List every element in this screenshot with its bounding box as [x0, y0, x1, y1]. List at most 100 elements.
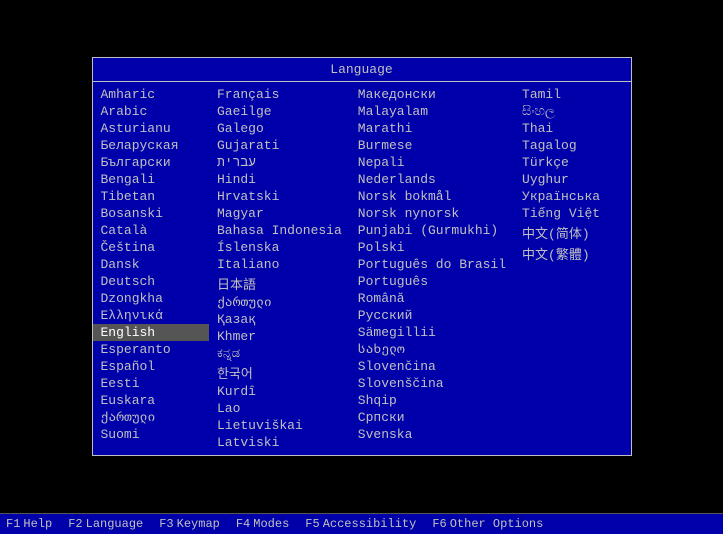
language-dialog: Language AmharicArabicAsturianuБеларуска…: [92, 57, 632, 456]
lang-item[interactable]: 中文(繁體): [514, 243, 630, 264]
lang-col-1: FrançaisGaeilgeGalegoGujaratiעבריתHindiH…: [209, 86, 350, 451]
lang-item[interactable]: Português: [350, 273, 514, 290]
lang-item[interactable]: 中文(简体): [514, 222, 630, 243]
lang-item[interactable]: Беларуская: [93, 137, 209, 154]
lang-item[interactable]: Македонски: [350, 86, 514, 103]
lang-item[interactable]: Slovenčina: [350, 358, 514, 375]
lang-item[interactable]: Hindi: [209, 171, 350, 188]
lang-item[interactable]: Қазақ: [209, 311, 350, 328]
lang-item[interactable]: Italiano: [209, 256, 350, 273]
lang-item[interactable]: Uyghur: [514, 171, 630, 188]
footer-item-f4[interactable]: F4Modes: [236, 517, 289, 531]
footer-item-f2[interactable]: F2 Language: [68, 517, 143, 531]
lang-item[interactable]: ქართული: [93, 409, 209, 426]
lang-item[interactable]: Arabic: [93, 103, 209, 120]
lang-item[interactable]: Gujarati: [209, 137, 350, 154]
lang-item[interactable]: Tamil: [514, 86, 630, 103]
lang-item[interactable]: Kurdî: [209, 383, 350, 400]
footer-key: F5: [305, 517, 319, 531]
lang-item[interactable]: Sämegillii: [350, 324, 514, 341]
lang-item[interactable]: Norsk bokmål: [350, 188, 514, 205]
lang-item[interactable]: Thai: [514, 120, 630, 137]
lang-item[interactable]: Eesti: [93, 375, 209, 392]
lang-item[interactable]: Tibetan: [93, 188, 209, 205]
lang-item[interactable]: სახელო: [350, 341, 514, 358]
lang-item[interactable]: Bahasa Indonesia: [209, 222, 350, 239]
footer-key: F6: [432, 517, 446, 531]
lang-item[interactable]: Русский: [350, 307, 514, 324]
footer-label: Other Options: [450, 517, 544, 531]
lang-item[interactable]: Khmer: [209, 328, 350, 345]
lang-item[interactable]: Українська: [514, 188, 630, 205]
lang-item[interactable]: Nepali: [350, 154, 514, 171]
lang-item[interactable]: Norsk nynorsk: [350, 205, 514, 222]
lang-item[interactable]: Français: [209, 86, 350, 103]
footer-label: Accessibility: [323, 517, 417, 531]
lang-item[interactable]: Tagalog: [514, 137, 630, 154]
lang-item[interactable]: עברית: [209, 154, 350, 171]
footer-key: F2: [68, 517, 82, 531]
lang-item[interactable]: Slovenščina: [350, 375, 514, 392]
lang-item[interactable]: Español: [93, 358, 209, 375]
lang-item[interactable]: Português do Brasil: [350, 256, 514, 273]
lang-item[interactable]: Čeština: [93, 239, 209, 256]
lang-item[interactable]: 日本語: [209, 273, 350, 294]
language-list: AmharicArabicAsturianuБеларускаяБългарск…: [93, 82, 631, 455]
lang-item[interactable]: Gaeilge: [209, 103, 350, 120]
lang-item[interactable]: Svenska: [350, 426, 514, 443]
lang-item[interactable]: Lietuviškai: [209, 417, 350, 434]
lang-item[interactable]: Ελληνικά: [93, 307, 209, 324]
lang-item[interactable]: Punjabi (Gurmukhi): [350, 222, 514, 239]
lang-item[interactable]: Euskara: [93, 392, 209, 409]
lang-item[interactable]: 한국어: [209, 362, 350, 383]
lang-item[interactable]: Latviski: [209, 434, 350, 451]
lang-item[interactable]: Galego: [209, 120, 350, 137]
lang-item[interactable]: Dansk: [93, 256, 209, 273]
lang-item[interactable]: Amharic: [93, 86, 209, 103]
lang-item[interactable]: Esperanto: [93, 341, 209, 358]
footer-key: F1: [6, 517, 20, 531]
lang-col-0: AmharicArabicAsturianuБеларускаяБългарск…: [93, 86, 209, 451]
lang-item[interactable]: Suomi: [93, 426, 209, 443]
lang-col-2: МакедонскиMalayalamMarathiBurmeseNepaliN…: [350, 86, 514, 451]
lang-item[interactable]: Nederlands: [350, 171, 514, 188]
lang-item[interactable]: Bengali: [93, 171, 209, 188]
lang-item[interactable]: Română: [350, 290, 514, 307]
footer-item-f6[interactable]: F6 Other Options: [432, 517, 543, 531]
lang-item[interactable]: Shqip: [350, 392, 514, 409]
footer-item-f3[interactable]: F3 Keymap: [159, 517, 220, 531]
footer-item-f1[interactable]: F1Help: [6, 517, 52, 531]
lang-item[interactable]: Tiếng Việt: [514, 205, 630, 222]
lang-item[interactable]: Deutsch: [93, 273, 209, 290]
lang-item[interactable]: ಕನ್ನಡ: [209, 345, 350, 362]
footer-label: Help: [23, 517, 52, 531]
footer-label: Keymap: [177, 517, 220, 531]
lang-item[interactable]: Malayalam: [350, 103, 514, 120]
lang-item[interactable]: Polski: [350, 239, 514, 256]
main-area: Language AmharicArabicAsturianuБеларуска…: [0, 0, 723, 513]
lang-item[interactable]: Српски: [350, 409, 514, 426]
lang-item[interactable]: ქართული: [209, 294, 350, 311]
footer-bar: F1Help F2 Language F3 Keymap F4Modes F5 Accessi…: [0, 513, 723, 534]
lang-col-3: TamilසිංහලThaiTagalogTürkçeUyghurУкраїнс…: [514, 86, 630, 451]
lang-item[interactable]: Hrvatski: [209, 188, 350, 205]
lang-item[interactable]: Magyar: [209, 205, 350, 222]
lang-item[interactable]: Bosanski: [93, 205, 209, 222]
lang-item[interactable]: Türkçe: [514, 154, 630, 171]
lang-item[interactable]: [514, 284, 630, 286]
footer-item-f5[interactable]: F5 Accessibility: [305, 517, 416, 531]
lang-item[interactable]: සිංහල: [514, 103, 630, 120]
footer-label: Modes: [253, 517, 289, 531]
footer-label: Language: [86, 517, 144, 531]
lang-item[interactable]: Български: [93, 154, 209, 171]
lang-item[interactable]: English: [93, 324, 209, 341]
dialog-title: Language: [93, 58, 631, 82]
footer-key: F3: [159, 517, 173, 531]
lang-item[interactable]: Íslenska: [209, 239, 350, 256]
lang-item[interactable]: Lao: [209, 400, 350, 417]
lang-item[interactable]: Dzongkha: [93, 290, 209, 307]
lang-item[interactable]: Burmese: [350, 137, 514, 154]
lang-item[interactable]: Català: [93, 222, 209, 239]
lang-item[interactable]: Marathi: [350, 120, 514, 137]
lang-item[interactable]: Asturianu: [93, 120, 209, 137]
